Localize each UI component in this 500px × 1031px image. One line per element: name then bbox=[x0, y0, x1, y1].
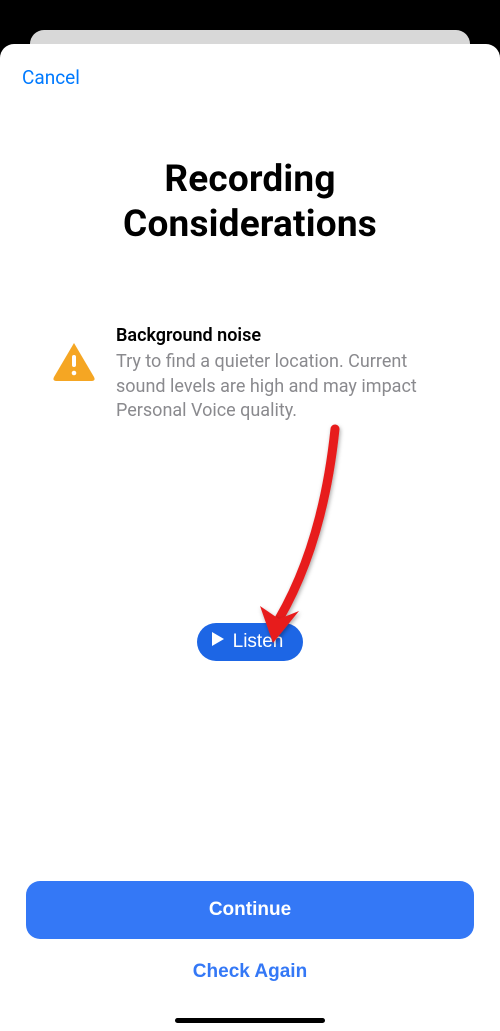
modal-sheet: Cancel Recording Considerations Backgrou… bbox=[0, 44, 500, 1031]
continue-button[interactable]: Continue bbox=[26, 881, 474, 939]
spacer bbox=[0, 701, 500, 881]
listen-label: Listen bbox=[233, 631, 284, 653]
annotation-arrow-icon bbox=[255, 423, 345, 653]
cancel-button[interactable]: Cancel bbox=[0, 60, 102, 95]
page-title: Recording Considerations bbox=[0, 157, 500, 247]
play-icon bbox=[211, 631, 225, 653]
warning-triangle-icon bbox=[52, 341, 96, 385]
home-indicator bbox=[175, 1018, 325, 1023]
warning-text: Background noise Try to find a quieter l… bbox=[116, 325, 460, 423]
check-again-button[interactable]: Check Again bbox=[26, 939, 474, 991]
title-line-2: Considerations bbox=[123, 203, 377, 246]
warning-row: Background noise Try to find a quieter l… bbox=[0, 325, 500, 423]
warning-body: Try to find a quieter location. Current … bbox=[116, 350, 460, 423]
title-line-1: Recording bbox=[164, 158, 335, 201]
bottom-button-group: Continue Check Again bbox=[0, 881, 500, 1031]
listen-area: Listen bbox=[0, 423, 500, 701]
listen-button[interactable]: Listen bbox=[197, 623, 304, 661]
warning-title: Background noise bbox=[116, 325, 460, 346]
